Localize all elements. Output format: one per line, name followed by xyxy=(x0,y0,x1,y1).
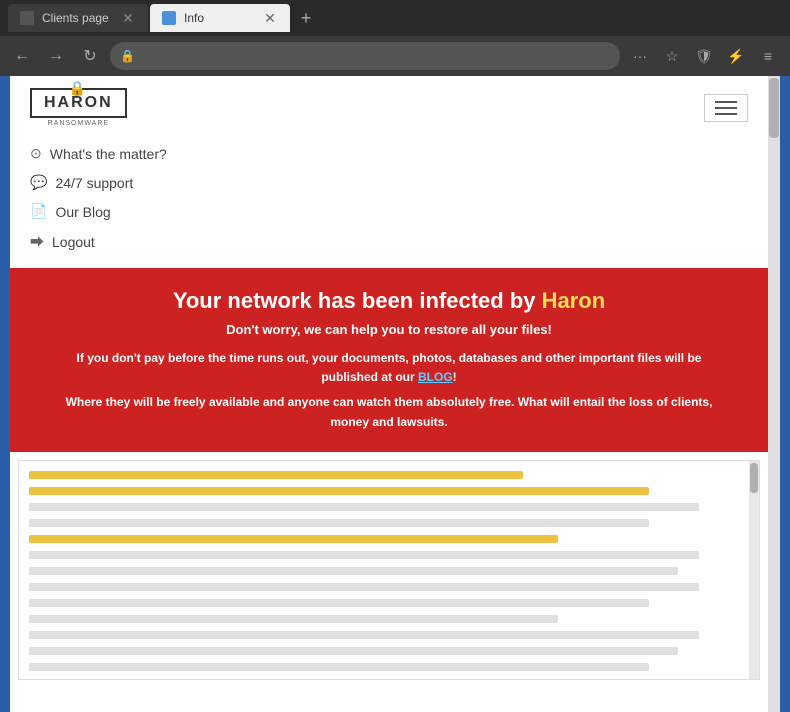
forward-button[interactable]: → xyxy=(42,42,70,70)
tab-title-2: Info xyxy=(184,11,204,25)
text-line-5 xyxy=(29,535,558,543)
text-line-13 xyxy=(29,663,649,671)
hamburger-line-3 xyxy=(715,113,737,115)
text-line-10 xyxy=(29,615,558,623)
alert-banner: Your network has been infected by Haron … xyxy=(10,268,768,452)
back-button[interactable]: ← xyxy=(8,42,36,70)
hamburger-line-1 xyxy=(715,101,737,103)
nav-label-whats-matter: What's the matter? xyxy=(50,146,167,162)
logo-icon: 🔒 xyxy=(69,80,88,97)
text-line-3 xyxy=(29,503,699,511)
site-logo: 🔒 HARON RANSOMWARE xyxy=(30,88,127,127)
text-line-7 xyxy=(29,567,678,575)
question-icon: ⊙ xyxy=(30,145,42,162)
alert-title-prefix: Your network has been infected by xyxy=(173,288,542,313)
toolbar-icons: ··· ☆ 🛡 ⚡ ≡ xyxy=(626,42,782,70)
page-inner: HTC 🔒 HARON RANSOMWARE xyxy=(10,76,768,712)
tab-info[interactable]: Info ✕ xyxy=(150,4,290,32)
text-line-6 xyxy=(29,551,699,559)
extension-button[interactable]: ⚡ xyxy=(722,42,750,70)
site-header: 🔒 HARON RANSOMWARE xyxy=(10,76,768,139)
nav-item-whats-matter[interactable]: ⊙ What's the matter? xyxy=(30,139,748,168)
logo-sub: RANSOMWARE xyxy=(48,120,109,127)
alert-body-line2: Where they will be freely available and … xyxy=(40,393,738,431)
nav-item-logout[interactable]: ⮕ Logout xyxy=(30,226,748,258)
text-line-8 xyxy=(29,583,699,591)
browser-window: Clients page ✕ Info ✕ + ← → ↻ 🔒 ··· ☆ 🛡 … xyxy=(0,0,790,712)
lock-icon: 🔒 xyxy=(120,49,135,63)
logo-box: 🔒 HARON xyxy=(30,88,127,118)
alert-body: If you don't pay before the time runs ou… xyxy=(40,349,738,432)
menu-button[interactable]: ≡ xyxy=(754,42,782,70)
new-tab-button[interactable]: + xyxy=(292,4,320,32)
address-bar-row: ← → ↻ 🔒 ··· ☆ 🛡 ⚡ ≡ xyxy=(0,36,790,76)
text-line-12 xyxy=(29,647,678,655)
text-line-9 xyxy=(29,599,649,607)
bookmark-button[interactable]: ☆ xyxy=(658,42,686,70)
text-line-2 xyxy=(29,487,649,495)
address-bar[interactable]: 🔒 xyxy=(110,42,620,70)
nav-label-blog: Our Blog xyxy=(55,204,110,220)
page-content: HTC 🔒 HARON RANSOMWARE xyxy=(10,76,780,712)
alert-brand-name: Haron xyxy=(542,288,606,313)
nav-item-blog[interactable]: 📄 Our Blog xyxy=(30,197,748,226)
alert-title: Your network has been infected by Haron xyxy=(40,288,738,314)
nav-label-logout: Logout xyxy=(52,234,95,250)
shield-button[interactable]: 🛡 xyxy=(690,42,718,70)
logout-icon: ⮕ xyxy=(30,232,44,252)
page-scrollbar[interactable] xyxy=(768,76,780,712)
hamburger-line-2 xyxy=(715,107,737,109)
alert-subtitle: Don't worry, we can help you to restore … xyxy=(40,322,738,337)
content-text-area xyxy=(18,460,760,680)
tab-favicon-1 xyxy=(20,11,34,25)
alert-body-line1: If you don't pay before the time runs ou… xyxy=(40,349,738,387)
nav-label-support: 24/7 support xyxy=(55,175,133,191)
tab-bar: Clients page ✕ Info ✕ + xyxy=(0,0,790,36)
text-line-1 xyxy=(29,471,523,479)
more-options-button[interactable]: ··· xyxy=(626,42,654,70)
tab-clients-page[interactable]: Clients page ✕ xyxy=(8,4,148,32)
site-nav: ⊙ What's the matter? 💬 24/7 support 📄 Ou… xyxy=(10,139,768,268)
tab-close-1[interactable]: ✕ xyxy=(120,10,136,26)
blog-link[interactable]: BLOG xyxy=(418,370,453,384)
page-scrollbar-thumb xyxy=(769,78,779,138)
text-line-14 xyxy=(29,679,699,680)
hamburger-button[interactable] xyxy=(704,94,748,122)
chat-icon: 💬 xyxy=(30,174,47,191)
text-line-11 xyxy=(29,631,699,639)
content-scrollbar[interactable] xyxy=(749,461,759,679)
nav-item-support[interactable]: 💬 24/7 support xyxy=(30,168,748,197)
content-scrollbar-thumb xyxy=(750,463,758,493)
blog-icon: 📄 xyxy=(30,203,47,220)
tab-title-1: Clients page xyxy=(42,11,109,25)
refresh-button[interactable]: ↻ xyxy=(76,42,104,70)
tab-favicon-2 xyxy=(162,11,176,25)
tab-close-2[interactable]: ✕ xyxy=(262,10,278,26)
text-lines xyxy=(29,471,749,680)
text-line-4 xyxy=(29,519,649,527)
